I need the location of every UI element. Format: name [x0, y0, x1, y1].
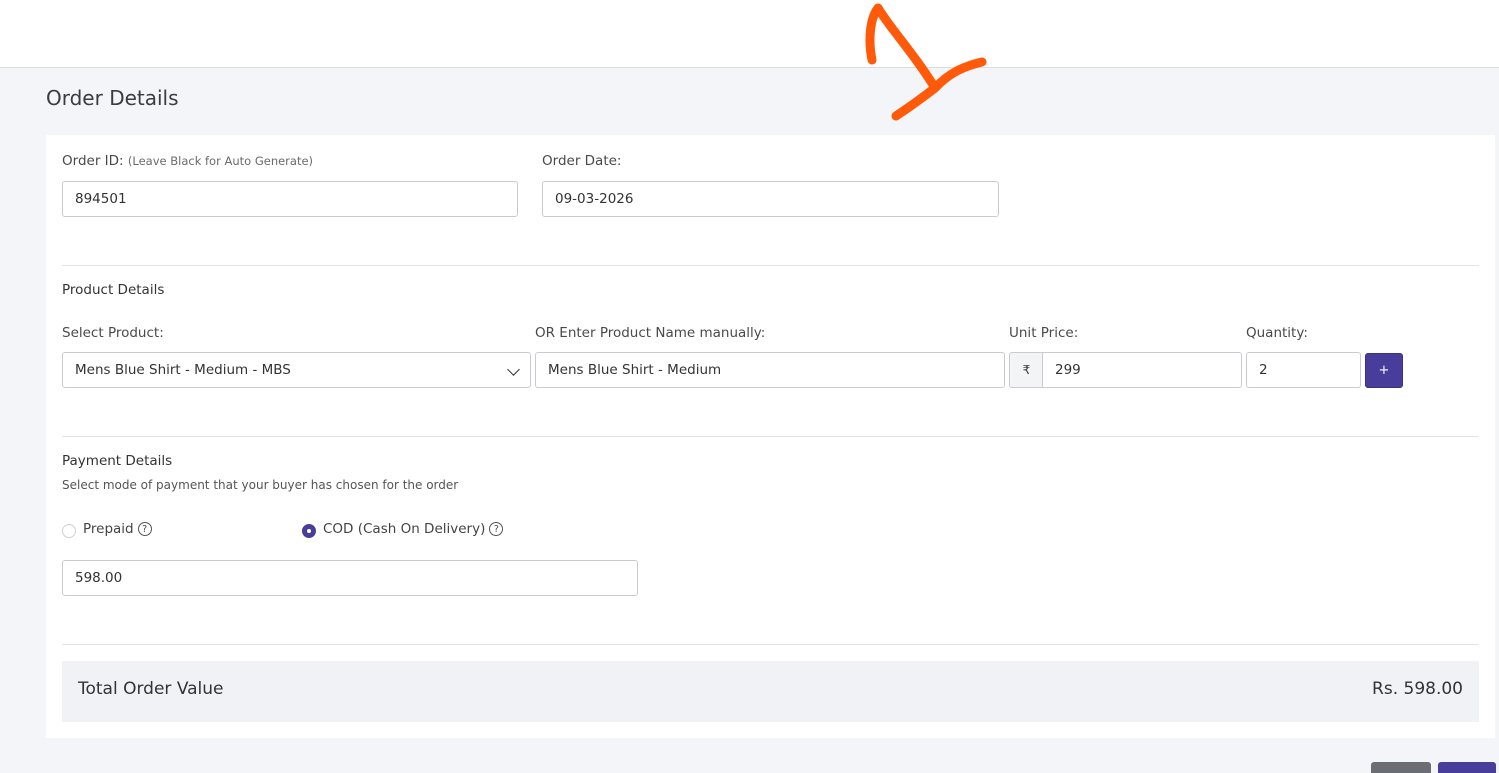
order-form-card: Order ID: (Leave Black for Auto Generate… — [46, 135, 1495, 738]
cod-amount-input[interactable]: 598.00 — [62, 560, 638, 596]
order-date-label: Order Date: — [542, 153, 622, 169]
divider — [62, 644, 1479, 645]
prepaid-label: Prepaid — [83, 521, 134, 537]
order-id-hint: (Leave Black for Auto Generate) — [127, 154, 314, 168]
unit-price-input[interactable]: 299 — [1042, 352, 1242, 388]
select-product-label: Select Product: — [62, 325, 164, 341]
total-order-value-label: Total Order Value — [78, 679, 224, 699]
top-bar — [0, 0, 1499, 68]
cancel-button[interactable] — [1371, 762, 1431, 773]
order-id-label: Order ID: (Leave Black for Auto Generate… — [62, 153, 313, 169]
product-details-title: Product Details — [62, 282, 165, 298]
rupee-icon: ₹ — [1009, 352, 1043, 388]
total-order-value-panel: Total Order Value Rs. 598.00 — [62, 661, 1479, 722]
order-id-input[interactable]: 894501 — [62, 181, 518, 217]
order-date-input[interactable]: 09-03-2026 — [542, 181, 999, 217]
annotation-scribble — [865, 3, 987, 121]
product-select[interactable]: Mens Blue Shirt - Medium - MBS — [62, 352, 531, 388]
chevron-down-icon — [507, 363, 520, 376]
order-id-label-text: Order ID: — [62, 153, 124, 169]
unit-price-label: Unit Price: — [1009, 325, 1079, 341]
quantity-label: Quantity: — [1246, 325, 1308, 341]
product-select-value: Mens Blue Shirt - Medium - MBS — [75, 362, 291, 378]
help-circle-icon[interactable]: ? — [489, 522, 504, 536]
prepaid-radio[interactable] — [62, 524, 76, 538]
help-circle-icon[interactable]: ? — [137, 522, 152, 536]
cod-option[interactable]: COD (Cash On Delivery) ? — [323, 521, 504, 537]
prepaid-option[interactable]: Prepaid ? — [83, 521, 152, 537]
quantity-input[interactable]: 2 — [1246, 352, 1361, 388]
cod-radio[interactable] — [302, 524, 316, 538]
payment-subtitle: Select mode of payment that your buyer h… — [62, 478, 459, 492]
payment-details-title: Payment Details — [62, 453, 173, 469]
page-title: Order Details — [46, 86, 179, 110]
divider — [62, 436, 1479, 437]
add-product-button[interactable]: + — [1365, 353, 1403, 388]
cod-label: COD (Cash On Delivery) — [323, 521, 486, 537]
manual-product-input[interactable]: Mens Blue Shirt - Medium — [535, 352, 1005, 388]
submit-button[interactable] — [1438, 762, 1496, 773]
manual-product-label: OR Enter Product Name manually: — [535, 325, 766, 341]
total-order-value: Rs. 598.00 — [1372, 679, 1463, 699]
divider — [62, 265, 1479, 266]
